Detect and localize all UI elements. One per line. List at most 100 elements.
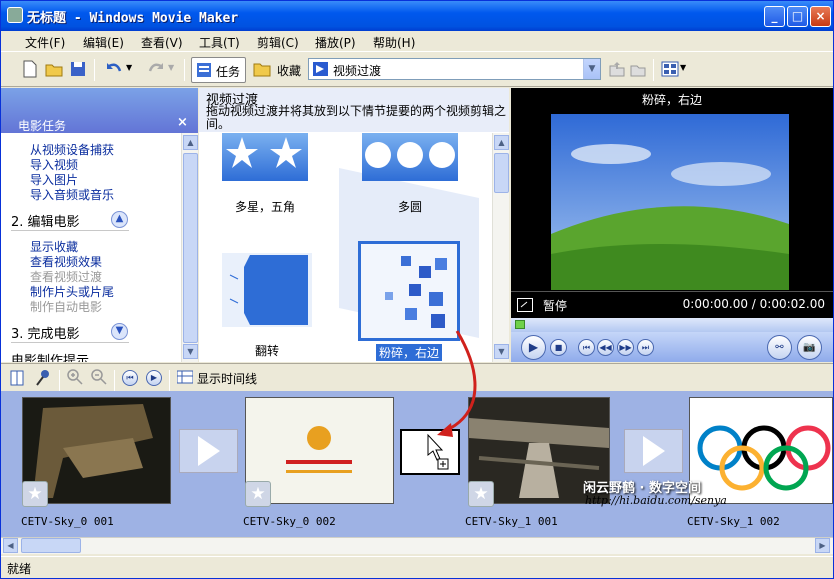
- section-finish-movie[interactable]: 3. 完成电影: [11, 323, 80, 342]
- maximize-button[interactable]: □: [787, 6, 808, 27]
- status-bar: 就绪: [1, 556, 833, 578]
- circles-transition-icon: [365, 142, 455, 168]
- menu-edit[interactable]: 编辑(E): [83, 34, 124, 51]
- play-triangle-icon: [198, 436, 220, 466]
- split-clip-button[interactable]: ⚯: [767, 335, 792, 360]
- toolbar: ▼ ▼ 任务 收藏 视频过渡 ▼ ▼: [1, 53, 833, 87]
- preview-status-bar: 暂停 0:00:00.00 / 0:00:02.00: [511, 291, 833, 318]
- open-project-icon[interactable]: [45, 60, 63, 78]
- section-divider: [11, 342, 129, 343]
- menu-view[interactable]: 查看(V): [141, 34, 183, 51]
- redo-icon[interactable]: [147, 60, 165, 78]
- collections-button[interactable]: 收藏: [251, 57, 301, 83]
- scroll-track[interactable]: ◀ ▶: [1, 538, 833, 554]
- show-timeline-button[interactable]: 显示时间线: [197, 370, 257, 387]
- transition-thumb-circles[interactable]: [362, 133, 458, 181]
- toolbar-separator: [59, 370, 60, 392]
- up-folder-icon[interactable]: [608, 60, 626, 78]
- new-project-icon[interactable]: [21, 60, 39, 78]
- watermark-url: http://hi.baidu.com/senya: [585, 494, 727, 507]
- toolbar-separator: [94, 59, 95, 81]
- transition-slot[interactable]: [179, 429, 238, 473]
- title-bar[interactable]: 无标题 - Windows Movie Maker _ □ ×: [1, 1, 833, 31]
- section-edit-movie[interactable]: 2. 编辑电影: [11, 211, 80, 230]
- split-window-icon[interactable]: [517, 298, 533, 312]
- menu-play[interactable]: 播放(P): [315, 34, 356, 51]
- clip-name: CETV-Sky_0 001: [21, 515, 114, 528]
- movie-maker-window: 无标题 - Windows Movie Maker _ □ × 文件(F) 编辑…: [0, 0, 834, 579]
- storyboard-scrollbar[interactable]: ◀ ▶: [1, 537, 833, 554]
- expand-section-icon[interactable]: ▼: [111, 323, 128, 340]
- transitions-scrollbar[interactable]: ▲ ▼: [492, 133, 509, 362]
- stop-button[interactable]: ■: [550, 339, 567, 356]
- previous-frame-button[interactable]: ⏮: [578, 339, 595, 356]
- bliss-wallpaper-image: [551, 114, 789, 290]
- seek-thumb[interactable]: [515, 320, 525, 329]
- zoom-out-icon[interactable]: [91, 369, 107, 385]
- play-button[interactable]: ▶: [521, 335, 546, 360]
- views-dropdown-icon[interactable]: ▼: [680, 63, 686, 72]
- storyboard: ★ CETV-Sky_0 001 ★ CETV-Sky_0 002 ★ CETV…: [1, 330, 833, 537]
- new-folder-icon[interactable]: [629, 60, 647, 78]
- transition-label-stars: 多星，五角: [234, 200, 295, 214]
- forward-button[interactable]: ▶▶: [617, 339, 634, 356]
- transition-slot[interactable]: [624, 429, 683, 473]
- toolbar-separator: [184, 59, 185, 81]
- next-frame-button[interactable]: ⏭: [637, 339, 654, 356]
- rewind-button[interactable]: ◀◀: [597, 339, 614, 356]
- scroll-thumb[interactable]: [494, 153, 509, 193]
- take-picture-button[interactable]: 📷: [797, 335, 822, 360]
- scroll-thumb[interactable]: [21, 538, 81, 553]
- rewind-storyboard-button[interactable]: ⏮: [122, 370, 138, 386]
- preview-screen: [551, 114, 789, 290]
- transition-icon: [313, 62, 328, 76]
- menu-tools[interactable]: 工具(T): [199, 34, 240, 51]
- transition-thumb-stars[interactable]: [222, 133, 308, 181]
- collapse-section-icon[interactable]: ▲: [111, 211, 128, 228]
- scroll-down-icon[interactable]: ▼: [183, 344, 198, 359]
- link-import-audio[interactable]: 导入音频或音乐: [30, 186, 114, 203]
- menu-clip[interactable]: 剪辑(C): [257, 34, 299, 51]
- collection-select[interactable]: 视频过渡 ▼: [308, 58, 601, 80]
- transition-thumb-shatter-selected[interactable]: [358, 241, 460, 341]
- chevron-down-icon[interactable]: ▼: [583, 59, 600, 79]
- scroll-thumb[interactable]: [183, 153, 198, 343]
- tasks-pane-scrollbar[interactable]: ▲ ▼: [181, 133, 198, 362]
- star-effect-icon[interactable]: ★: [468, 481, 494, 507]
- tasks-pane-close-button[interactable]: ×: [177, 115, 188, 130]
- scroll-up-icon[interactable]: ▲: [494, 135, 509, 150]
- save-project-icon[interactable]: [69, 60, 87, 78]
- app-icon: [7, 7, 23, 23]
- tasks-label: 任务: [216, 65, 241, 79]
- shatter-transition-icon: [385, 256, 447, 328]
- toolbar-separator: [114, 370, 115, 392]
- seek-bar[interactable]: [511, 318, 833, 332]
- collections-label: 收藏: [277, 64, 302, 78]
- close-button[interactable]: ×: [810, 6, 831, 27]
- star-effect-icon[interactable]: ★: [22, 481, 48, 507]
- scroll-right-icon[interactable]: ▶: [815, 538, 830, 553]
- play-storyboard-button[interactable]: ▶: [146, 370, 162, 386]
- scroll-left-icon[interactable]: ◀: [3, 538, 18, 553]
- play-triangle-icon: [643, 436, 665, 466]
- redo-dropdown-icon[interactable]: ▼: [168, 63, 174, 72]
- timeline-icon[interactable]: [177, 369, 193, 385]
- storyboard-icon[interactable]: [10, 370, 24, 386]
- star-effect-icon[interactable]: ★: [245, 481, 271, 507]
- undo-dropdown-icon[interactable]: ▼: [126, 63, 132, 72]
- transition-thumb-flip[interactable]: [222, 253, 312, 327]
- tasks-button[interactable]: 任务: [191, 57, 246, 83]
- narrate-microphone-icon[interactable]: [35, 369, 51, 387]
- minimize-button[interactable]: _: [764, 6, 785, 27]
- scroll-down-icon[interactable]: ▼: [494, 344, 509, 359]
- section-tips[interactable]: 电影制作提示: [11, 350, 89, 362]
- preview-caption: 粉碎，右边: [641, 93, 702, 107]
- scroll-up-icon[interactable]: ▲: [183, 135, 198, 150]
- storyboard-clip[interactable]: [689, 397, 833, 504]
- menu-file[interactable]: 文件(F): [25, 34, 65, 51]
- collection-select-value: 视频过渡: [333, 64, 382, 78]
- undo-icon[interactable]: [105, 60, 123, 78]
- views-icon[interactable]: [661, 60, 679, 78]
- menu-help[interactable]: 帮助(H): [373, 34, 415, 51]
- zoom-in-icon[interactable]: [67, 369, 83, 385]
